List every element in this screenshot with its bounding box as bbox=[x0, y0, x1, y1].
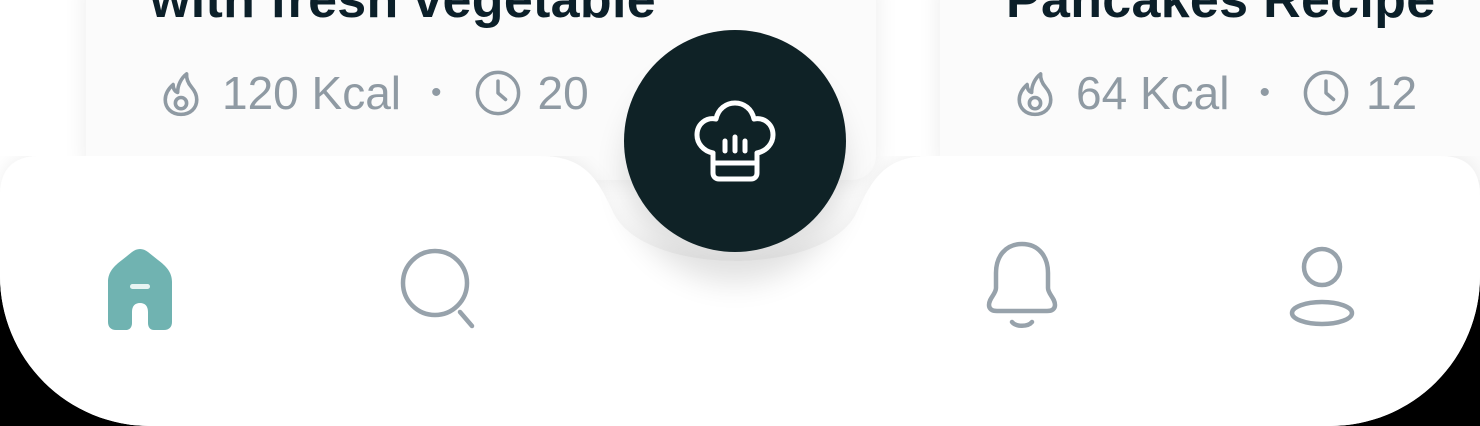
time-value: 12 bbox=[1365, 67, 1418, 119]
user-icon bbox=[1289, 246, 1355, 327]
time-value: 20 bbox=[537, 67, 589, 119]
nav-home-button[interactable] bbox=[90, 238, 190, 338]
bottom-nav-bar bbox=[0, 30, 1480, 426]
home-icon bbox=[108, 249, 172, 330]
separator-dot: • bbox=[431, 76, 442, 109]
app-screen: with fresh vegetable 120 Kcal • 20 Panca… bbox=[0, 0, 1480, 426]
recipe-title: Pancakes Recipe bbox=[1006, 0, 1436, 29]
chef-action-button[interactable] bbox=[624, 30, 846, 252]
clock-icon bbox=[475, 70, 520, 116]
calories-value: 120 Kcal bbox=[222, 67, 402, 119]
flame-icon bbox=[163, 72, 199, 117]
nav-notifications-button[interactable] bbox=[972, 236, 1072, 336]
recipe-card[interactable]: Pancakes Recipe 64 Kcal • 12 bbox=[940, 0, 1480, 180]
recipe-meta: 120 Kcal • 20 bbox=[154, 66, 589, 120]
chef-hat-icon bbox=[694, 100, 776, 182]
separator-dot: • bbox=[1259, 76, 1270, 109]
recipe-title: with fresh vegetable bbox=[150, 0, 656, 29]
flame-icon bbox=[1017, 72, 1053, 117]
bell-icon bbox=[986, 241, 1058, 328]
nav-search-button[interactable] bbox=[390, 238, 490, 338]
search-icon bbox=[400, 248, 475, 329]
clock-icon bbox=[1303, 70, 1349, 116]
calories-value: 64 Kcal bbox=[1076, 67, 1230, 119]
nav-profile-button[interactable] bbox=[1272, 238, 1372, 338]
recipe-meta: 64 Kcal • 12 bbox=[1008, 66, 1417, 120]
